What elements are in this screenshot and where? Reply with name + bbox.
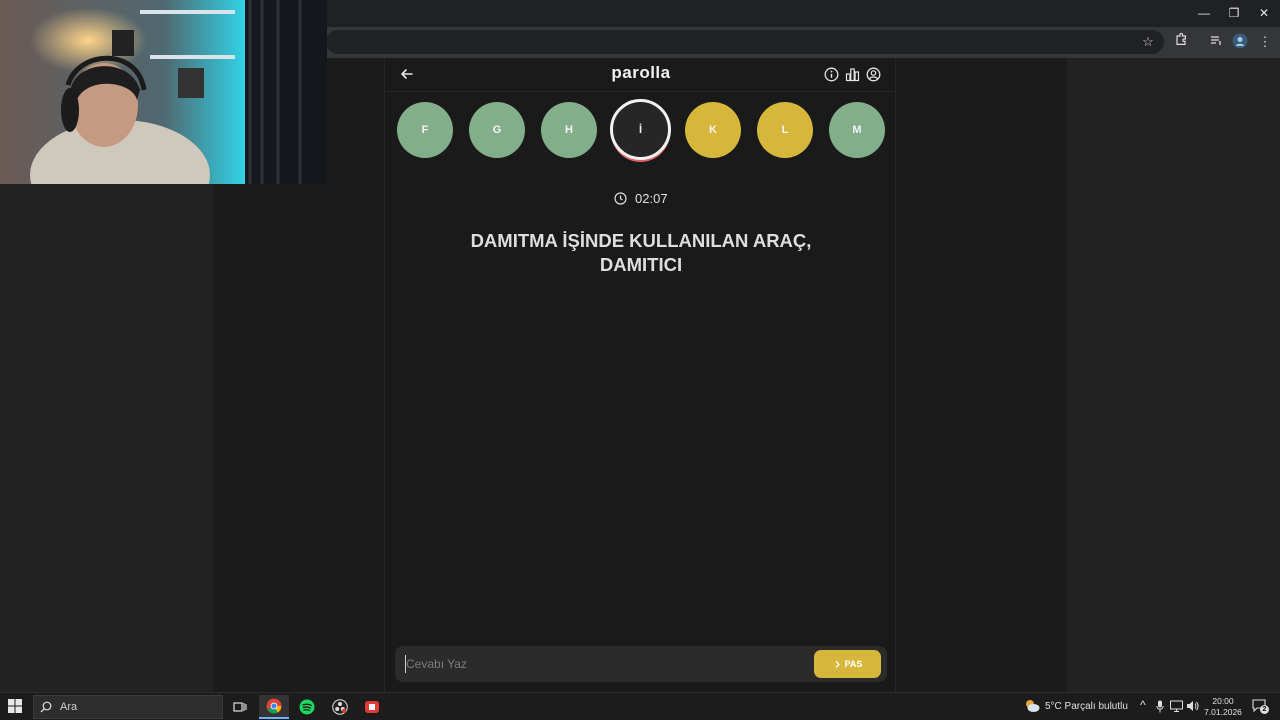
parolla-app: parolla F G H İ K L M 02:07 DAMITMA İŞİN… (384, 58, 897, 692)
letter-bubble-l[interactable]: L (757, 102, 813, 158)
network-icon[interactable] (1170, 700, 1183, 712)
task-view-icon[interactable] (225, 695, 255, 719)
letter-bubble-f[interactable]: F (397, 102, 453, 158)
timer: 02:07 (385, 191, 897, 206)
letter-wheel: F G H İ K L M (397, 99, 887, 162)
chevron-up-icon[interactable]: ^ (1140, 698, 1146, 712)
menu-dots-icon[interactable]: ⋮ (1256, 33, 1274, 51)
chevron-right-icon (835, 660, 840, 668)
question-text: DAMITMA İŞİNDE KULLANILAN ARAÇ, DAMITICI (470, 230, 812, 275)
clock-time: 20:00 (1212, 696, 1234, 706)
windows-start-icon[interactable] (8, 699, 24, 715)
microphone-icon[interactable] (1156, 700, 1164, 713)
app-header: parolla (385, 58, 897, 92)
answer-bar: PAS (395, 646, 887, 682)
letter-label: M (852, 124, 862, 136)
taskbar-search-label: Ara (60, 701, 78, 713)
letter-bubble-g[interactable]: G (469, 102, 525, 158)
letter-bubble-i-current[interactable]: İ (610, 99, 671, 160)
letter-label: İ (638, 123, 643, 136)
weather-cloud-icon (1026, 700, 1040, 712)
info-icon[interactable] (824, 67, 839, 82)
taskbar-search[interactable]: Ara (33, 695, 223, 719)
weather-text: 5°C Parçalı bulutlu (1045, 701, 1128, 712)
spotify-icon[interactable] (292, 695, 322, 719)
clock-date: 7.01.2026 (1204, 707, 1242, 717)
user-profile-icon[interactable] (866, 67, 881, 82)
letter-label: L (781, 124, 789, 136)
minimize-icon[interactable]: — (1189, 4, 1219, 22)
address-bar[interactable] (326, 30, 1164, 54)
extensions-icon[interactable] (1172, 32, 1190, 51)
letter-label: G (492, 124, 502, 136)
pass-button[interactable]: PAS (814, 650, 881, 678)
letter-bubble-h[interactable]: H (541, 102, 597, 158)
letter-bubble-m[interactable]: M (829, 102, 885, 158)
restore-icon[interactable]: ❐ (1219, 4, 1249, 22)
page-background-right (1067, 58, 1280, 692)
windows-taskbar: Ara 5°C Parçalı bulutlu ^ 20:00 7.01.202… (0, 692, 1280, 720)
webcam-image (0, 0, 327, 184)
notification-center[interactable]: 2 (1252, 699, 1269, 714)
chrome-icon[interactable] (259, 695, 289, 719)
letter-label: K (709, 124, 717, 136)
answer-input[interactable] (405, 655, 785, 673)
webcam-overlay (0, 0, 327, 184)
volume-icon[interactable] (1186, 700, 1199, 712)
close-icon[interactable]: ✕ (1249, 4, 1279, 22)
app-title: parolla (611, 63, 671, 82)
notification-count-badge: 2 (1260, 705, 1269, 714)
clock-icon (614, 192, 628, 205)
profile-avatar-icon[interactable] (1231, 33, 1249, 51)
media-control-icon[interactable] (1207, 33, 1225, 51)
letter-label: H (565, 124, 573, 136)
taskbar-clock[interactable]: 20:00 7.01.2026 (1200, 696, 1246, 718)
search-icon (40, 701, 52, 713)
pass-button-label: PAS (844, 659, 863, 669)
timer-value: 02:07 (635, 191, 668, 206)
app-icon[interactable] (357, 695, 387, 719)
letter-bubble-k[interactable]: K (685, 102, 741, 158)
bookmark-star-icon[interactable]: ☆ (1139, 33, 1157, 51)
letter-label: F (421, 124, 429, 136)
obs-icon[interactable] (325, 695, 355, 719)
stats-chart-icon[interactable] (845, 67, 860, 82)
